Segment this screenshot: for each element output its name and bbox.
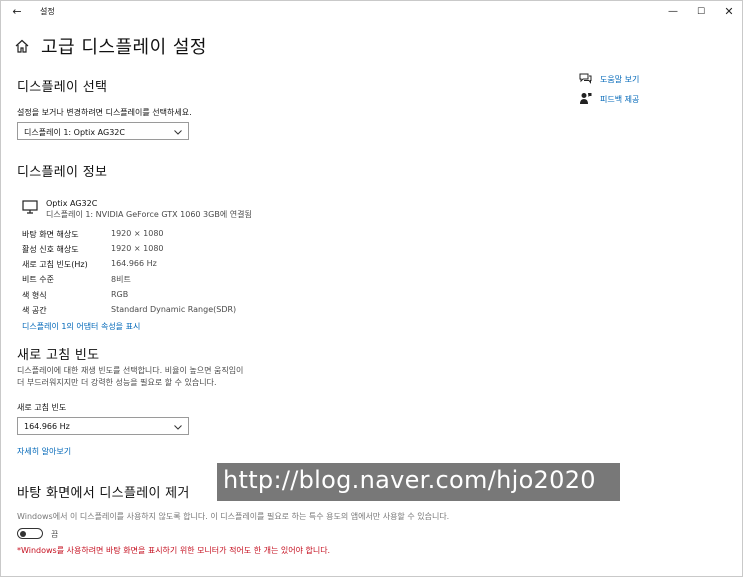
watermark: http://blog.naver.com/hjo2020	[217, 463, 620, 501]
info-label: 바탕 화면 해상도	[22, 230, 79, 239]
maximize-button[interactable]: ☐	[691, 3, 711, 21]
info-label: 활성 신호 해상도	[22, 245, 79, 254]
toggle-state-label: 끔	[51, 530, 59, 539]
remove-display-description: Windows에서 이 디스플레이를 사용하지 않도록 합니다. 이 디스플레이…	[17, 512, 450, 521]
refresh-rate-field-label: 새로 고침 빈도	[17, 403, 67, 412]
info-label: 색 공간	[22, 306, 47, 315]
monitor-name: Optix AG32C	[46, 199, 98, 208]
monitor-connection: 디스플레이 1: NVIDIA GeForce GTX 1060 3GB에 연결…	[46, 210, 252, 219]
info-value: 1920 × 1080	[111, 229, 164, 238]
info-value: RGB	[111, 290, 129, 299]
display-info-heading: 디스플레이 정보	[17, 165, 108, 180]
remove-display-heading: 바탕 화면에서 디스플레이 제거	[17, 486, 190, 501]
monitor-icon	[22, 200, 38, 214]
select-display-description: 설정을 보거나 변경하려면 디스플레이를 선택하세요.	[17, 108, 192, 117]
learn-more-link[interactable]: 자세히 알아보기	[17, 446, 71, 457]
home-icon[interactable]	[14, 38, 30, 54]
get-help-link[interactable]: 도움말 보기	[600, 74, 639, 85]
refresh-rate-value: 164.966 Hz	[24, 422, 70, 431]
close-button[interactable]: ✕	[719, 3, 739, 21]
info-value: 8비트	[111, 275, 131, 284]
window-title: 설정	[40, 7, 55, 16]
chevron-down-icon	[174, 425, 182, 430]
title-bar: ← 설정 — ☐ ✕	[1, 1, 742, 23]
watermark-text: http://blog.naver.com/hjo2020	[223, 466, 596, 494]
back-button[interactable]: ←	[9, 4, 25, 20]
info-label: 비트 수준	[22, 275, 54, 284]
help-chat-icon	[579, 73, 592, 84]
refresh-rate-dropdown[interactable]: 164.966 Hz	[17, 417, 189, 435]
give-feedback-link[interactable]: 피드백 제공	[600, 94, 639, 105]
refresh-rate-heading: 새로 고침 빈도	[17, 348, 100, 363]
adapter-properties-link[interactable]: 디스플레이 1의 어댑터 속성을 표시	[22, 321, 140, 332]
display-select-dropdown[interactable]: 디스플레이 1: Optix AG32C	[17, 122, 189, 140]
page-title: 고급 디스플레이 설정	[41, 37, 207, 58]
feedback-person-icon	[580, 93, 592, 104]
info-value: 164.966 Hz	[111, 259, 157, 268]
refresh-rate-description-2: 더 부드러워지지만 더 강력한 성능을 필요로 할 수 있습니다.	[17, 378, 217, 387]
select-display-heading: 디스플레이 선택	[17, 80, 108, 95]
info-value: 1920 × 1080	[111, 244, 164, 253]
info-value: Standard Dynamic Range(SDR)	[111, 305, 237, 314]
info-label: 새로 고침 빈도(Hz)	[22, 260, 88, 269]
remove-display-toggle[interactable]	[17, 528, 43, 539]
minimize-button[interactable]: —	[663, 3, 683, 21]
display-select-value: 디스플레이 1: Optix AG32C	[24, 128, 125, 137]
info-label: 색 형식	[22, 291, 47, 300]
chevron-down-icon	[174, 130, 182, 135]
toggle-knob	[20, 530, 26, 537]
remove-display-warning: *Windows를 사용하려면 바탕 화면을 표시하기 위한 모니터가 적어도 …	[17, 546, 331, 555]
refresh-rate-description-1: 디스플레이에 대한 재생 빈도를 선택합니다. 비율이 높으면 움직임이	[17, 366, 244, 375]
